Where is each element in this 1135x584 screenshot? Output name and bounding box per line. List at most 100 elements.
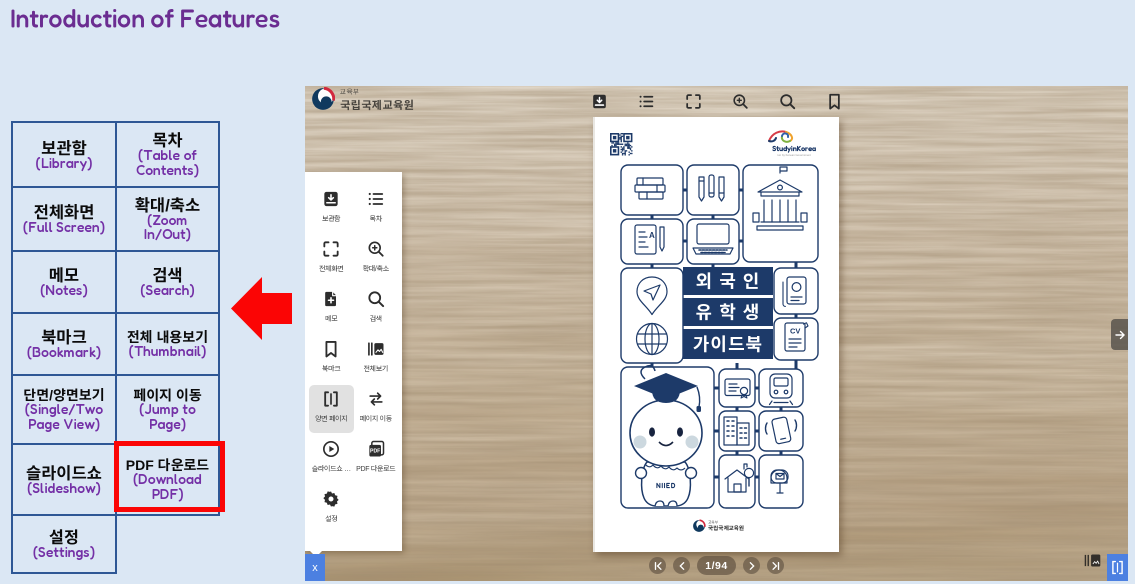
bookmark-icon bbox=[321, 339, 341, 359]
book-page[interactable]: StudyinKorea run by Korean Government A … bbox=[593, 117, 839, 552]
toolbar-zoomin-button[interactable] bbox=[730, 90, 752, 112]
thumbs-icon bbox=[366, 339, 386, 359]
feature-english-label: (Table of Contents) bbox=[125, 149, 211, 178]
government-emblem-icon bbox=[311, 87, 335, 111]
sidebar-item-play[interactable]: 슬라이드쇼 … bbox=[309, 435, 354, 483]
gear-icon bbox=[321, 489, 341, 509]
sidebar-item-label: 양면 페이지 bbox=[315, 414, 347, 424]
feature-english-label: (Library) bbox=[36, 157, 93, 172]
list-icon bbox=[366, 189, 386, 209]
cover-title-line: 유 학 생 bbox=[696, 299, 761, 325]
next-page-button[interactable] bbox=[743, 557, 760, 574]
ebook-viewer: 교육부 국립국제교육원 StudyinKorea run by Korean G… bbox=[305, 86, 1128, 581]
thumbnail-strip-button[interactable] bbox=[1084, 553, 1101, 573]
table-cell: 페이지 이동(Jump to Page) bbox=[117, 376, 220, 445]
viewer-sidebar: 보관함 목차전체화면 확대/축소메모 검색북마크 전체보기양면 페이지 페이지 이동슬라이… bbox=[305, 172, 402, 551]
table-cell: 슬라이드쇼(Slideshow) bbox=[13, 445, 117, 516]
studyinkorea-logo: StudyinKorea run by Korean Government bbox=[769, 131, 817, 157]
sidebar-item-gear[interactable]: 설정 bbox=[309, 485, 354, 533]
sidebar-item-label: 메모 bbox=[325, 314, 337, 324]
feature-english-label: (Jump to Page) bbox=[125, 403, 211, 432]
sidebar-item-label: 보관함 bbox=[322, 214, 340, 224]
feature-korean-label: 슬라이드쇼 bbox=[26, 463, 102, 482]
sidebar-item-label: 페이지 이동 bbox=[360, 414, 392, 424]
thumbnail-strip-icon bbox=[1084, 553, 1101, 568]
chevron-left-icon bbox=[677, 561, 687, 571]
chevron-right-icon bbox=[747, 561, 757, 571]
sidebar-item-pdf[interactable]: PDFPDF 다운로드 bbox=[354, 435, 399, 483]
cover-title-line: 외 국 인 bbox=[696, 268, 761, 294]
feature-english-label: (Single/Two Page View) bbox=[21, 403, 107, 432]
sidebar-item-twopage[interactable]: 양면 페이지 bbox=[309, 385, 354, 433]
toolbar-search-button[interactable] bbox=[777, 90, 799, 112]
table-cell: 검색(Search) bbox=[117, 252, 220, 314]
highlight-box bbox=[114, 441, 225, 512]
toolbar-archive-button[interactable] bbox=[588, 90, 610, 112]
sidebar-item-fullscreen[interactable]: 전체화면 bbox=[309, 235, 354, 283]
zoomin-icon bbox=[366, 239, 386, 259]
sidebar-item-label: 전체화면 bbox=[319, 264, 344, 274]
viewer-logo: 교육부 국립국제교육원 bbox=[311, 86, 414, 113]
svg-text:StudyinKorea: StudyinKorea bbox=[772, 144, 817, 153]
table-cell: 단면/양면보기(Single/Two Page View) bbox=[13, 376, 117, 445]
svg-text:국립국제교육원: 국립국제교육원 bbox=[708, 524, 744, 532]
sidebar-item-note[interactable]: 메모 bbox=[309, 285, 354, 333]
feature-english-label: (Settings) bbox=[33, 546, 95, 561]
table-empty bbox=[117, 516, 220, 574]
sidebar-item-label: 확대/축소 bbox=[363, 264, 389, 274]
close-label: x bbox=[312, 562, 318, 574]
last-page-button[interactable] bbox=[767, 557, 784, 574]
viewer-toolbar bbox=[588, 90, 846, 112]
sidebar-item-label: 목차 bbox=[370, 214, 382, 224]
play-icon bbox=[321, 439, 341, 459]
prev-page-button[interactable] bbox=[673, 557, 690, 574]
logo-organization: 국립국제교육원 bbox=[340, 97, 414, 113]
feature-english-label: (Slideshow) bbox=[27, 482, 100, 497]
sidebar-item-label: 검색 bbox=[370, 314, 382, 324]
sidebar-item-jump[interactable]: 페이지 이동 bbox=[354, 385, 399, 433]
svg-text:run by Korean Government: run by Korean Government bbox=[777, 153, 811, 157]
red-arrow-annotation bbox=[231, 277, 292, 345]
fullscreen-icon bbox=[321, 239, 341, 259]
page-title: Introduction of Features bbox=[10, 3, 280, 33]
page-indicator[interactable]: 1/94 bbox=[697, 556, 736, 575]
toolbar-list-button[interactable] bbox=[635, 90, 657, 112]
svg-text:PDF: PDF bbox=[370, 449, 380, 455]
sidebar-item-search[interactable]: 검색 bbox=[354, 285, 399, 333]
next-page-tab[interactable] bbox=[1111, 319, 1128, 350]
sidebar-item-label: 북마크 bbox=[322, 364, 340, 374]
table-cell: 전체 내용보기(Thumbnail) bbox=[117, 314, 220, 376]
twopage-icon bbox=[321, 389, 341, 409]
svg-text:A: A bbox=[649, 231, 655, 240]
jump-icon bbox=[366, 389, 386, 409]
table-cell: 확대/축소(Zoom In/Out) bbox=[117, 188, 220, 252]
archive-icon bbox=[321, 189, 341, 209]
feature-korean-label: 보관함 bbox=[41, 138, 87, 157]
feature-english-label: (Full Screen) bbox=[23, 221, 105, 236]
feature-english-label: (Thumbnail) bbox=[129, 345, 206, 360]
bookmark-icon bbox=[825, 92, 844, 111]
sidebar-item-archive[interactable]: 보관함 bbox=[309, 185, 354, 233]
book-cover-art: StudyinKorea run by Korean Government A … bbox=[595, 117, 841, 552]
logo-ministry: 교육부 bbox=[340, 86, 414, 96]
list-icon bbox=[637, 92, 656, 111]
qr-code bbox=[611, 133, 633, 156]
sidebar-item-list[interactable]: 목차 bbox=[354, 185, 399, 233]
sidebar-item-label: 설정 bbox=[325, 514, 337, 524]
sidebar-item-zoomin[interactable]: 확대/축소 bbox=[354, 235, 399, 283]
pdf-icon: PDF bbox=[366, 439, 386, 459]
cover-title-line: 가이드북 bbox=[693, 331, 763, 357]
logo-text: 교육부 국립국제교육원 bbox=[340, 86, 414, 113]
sidebar-item-bookmark[interactable]: 북마크 bbox=[309, 335, 354, 383]
first-page-button[interactable] bbox=[649, 557, 666, 574]
toolbar-bookmark-button[interactable] bbox=[824, 90, 846, 112]
sidebar-item-label: 슬라이드쇼 … bbox=[312, 464, 351, 474]
feature-english-label: (Zoom In/Out) bbox=[125, 214, 211, 243]
mascot: NIIED bbox=[630, 366, 702, 506]
toolbar-fullscreen-button[interactable] bbox=[682, 90, 704, 112]
sidebar-close-button[interactable]: x bbox=[305, 554, 325, 581]
sidebar-item-thumbs[interactable]: 전체보기 bbox=[354, 335, 399, 383]
search-icon bbox=[778, 92, 797, 111]
page-view-toggle-button[interactable] bbox=[1107, 554, 1128, 581]
last-page-icon bbox=[771, 561, 781, 571]
